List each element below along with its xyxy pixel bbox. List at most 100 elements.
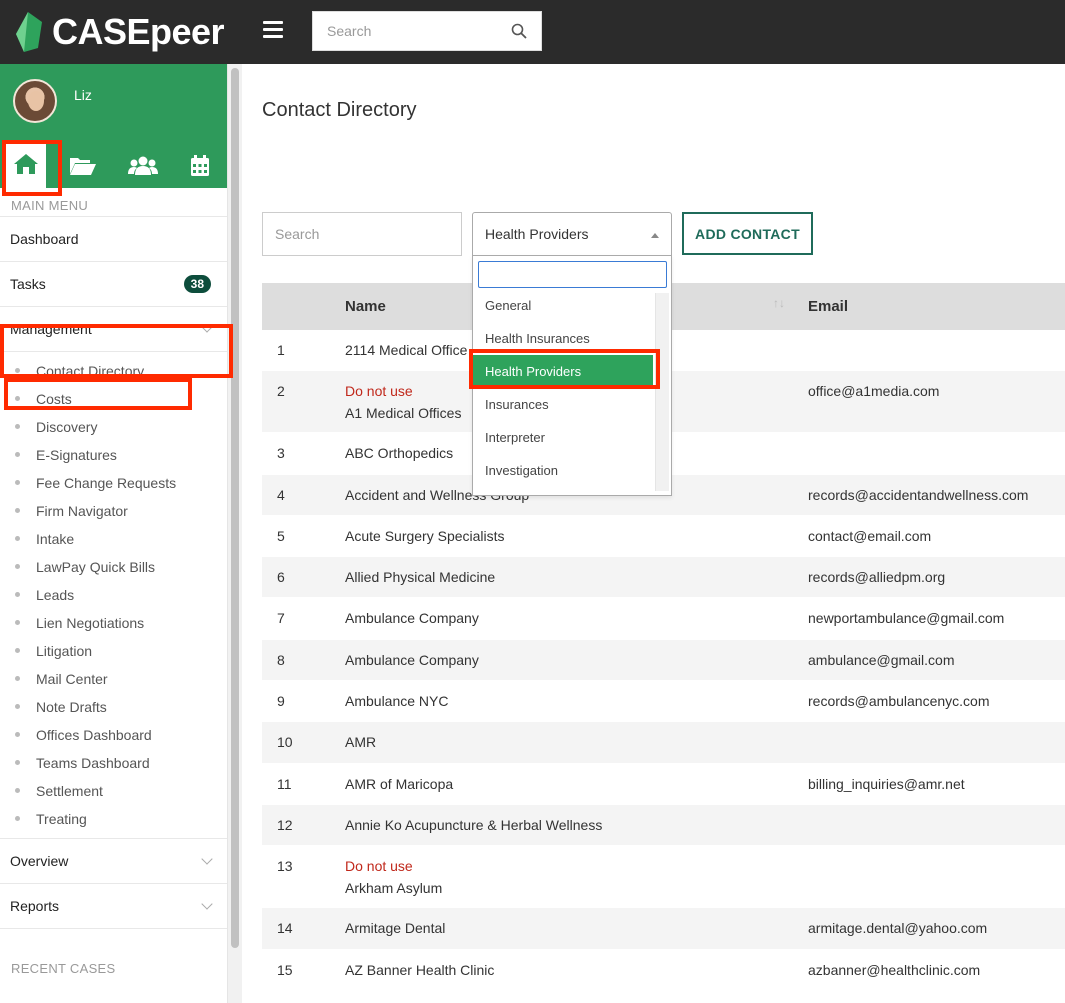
global-search-input[interactable] [313,12,493,50]
contacts-button[interactable] [123,148,163,184]
category-select[interactable]: Health Providers [472,212,672,256]
contact-name[interactable]: Ambulance Company [345,652,479,668]
table-row[interactable]: 13 Do not use Arkham Asylum [262,846,1065,909]
contact-email[interactable]: contact@email.com [808,528,931,544]
submenu-item[interactable]: Fee Change Requests [0,469,227,497]
contact-name[interactable]: 2114 Medical Office [345,342,467,358]
caret-up-icon [651,233,659,238]
add-contact-button[interactable]: ADD CONTACT [682,212,813,255]
contact-name[interactable]: Arkham Asylum [345,880,442,896]
submenu-item[interactable]: Intake [0,525,227,553]
submenu-item-label: Mail Center [36,671,108,687]
contact-email[interactable]: newportambulance@gmail.com [808,610,1004,626]
bullet-icon [15,788,20,793]
calendar-button[interactable] [180,148,220,184]
contact-email[interactable]: records@ambulancenyc.com [808,693,990,709]
submenu-item[interactable]: Firm Navigator [0,497,227,525]
submenu-item-label: Lien Negotiations [36,615,145,631]
bullet-icon [15,564,20,569]
submenu-item[interactable]: Leads [0,581,227,609]
contact-email[interactable]: armitage.dental@yahoo.com [808,920,987,936]
contact-name[interactable]: Ambulance NYC [345,693,449,709]
table-row[interactable]: 12 Annie Ko Acupuncture & Herbal Wellness [262,804,1065,847]
column-header-email[interactable]: Email [808,298,848,315]
row-number: 9 [277,693,285,710]
contact-name[interactable]: Allied Physical Medicine [345,569,495,585]
app-logo[interactable]: CASEpeer [14,8,225,56]
table-row[interactable]: 11 AMR of Maricopa billing_inquiries@amr.n… [262,764,1065,805]
contact-email[interactable]: ambulance@gmail.com [808,652,955,668]
contact-name[interactable]: Acute Surgery Specialists [345,528,505,544]
contact-name[interactable]: Armitage Dental [345,920,445,936]
dropdown-option[interactable]: Investigation [473,454,653,487]
menu-icon[interactable] [263,21,283,39]
submenu-item[interactable]: Note Drafts [0,693,227,721]
table-row[interactable]: 14 Armitage Dental armitage.dental@yahoo.c… [262,908,1065,950]
submenu-item[interactable]: Mail Center [0,665,227,693]
contact-name[interactable]: Annie Ko Acupuncture & Herbal Wellness [345,817,602,833]
table-row[interactable]: 6 Allied Physical Medicine records@alliedp… [262,557,1065,599]
contact-name[interactable]: AZ Banner Health Clinic [345,962,494,978]
submenu-item[interactable]: Costs [0,385,227,413]
cases-button[interactable] [63,148,103,184]
sidebar-item-overview[interactable]: Overview [0,839,227,884]
contact-email[interactable]: records@accidentandwellness.com [808,487,1028,503]
column-header-name[interactable]: Name [345,298,386,315]
contact-search-input[interactable] [262,212,462,256]
table-row[interactable]: 5 Acute Surgery Specialists contact@email.… [262,516,1065,558]
contact-name[interactable]: ABC Orthopedics [345,445,453,461]
sort-icon[interactable]: ↑↓ [773,296,785,310]
avatar[interactable] [13,79,57,123]
submenu-item[interactable]: LawPay Quick Bills [0,553,227,581]
dropdown-search-input[interactable] [478,261,667,288]
submenu-item[interactable]: Discovery [0,413,227,441]
submenu-item[interactable]: Teams Dashboard [0,749,227,777]
table-row[interactable]: 8 Ambulance Company ambulance@gmail.com [262,639,1065,682]
sidebar-item-dashboard[interactable]: Dashboard [0,217,227,262]
dropdown-option[interactable]: Health Providers [473,355,653,388]
home-button[interactable] [6,140,46,188]
table-row[interactable]: 7 Ambulance Company newportambulance@gmail… [262,598,1065,640]
submenu-item[interactable]: Settlement [0,777,227,805]
dropdown-option[interactable]: General [473,289,653,322]
contact-name[interactable]: AMR of Maricopa [345,776,453,792]
sidebar-item-reports[interactable]: Reports [0,884,227,929]
folder-open-icon [70,158,96,175]
logo-icon [16,12,42,52]
do-not-use-flag: Do not use [345,383,413,400]
submenu-item-label: Contact Directory [36,363,145,379]
dropdown-option[interactable]: Health Insurances [473,322,653,355]
contact-email[interactable]: office@a1media.com [808,383,939,399]
submenu-item[interactable]: Litigation [0,637,227,665]
contact-name[interactable]: A1 Medical Offices [345,405,461,421]
submenu-item[interactable]: Contact Directory [0,357,227,385]
contact-name[interactable]: Ambulance Company [345,610,479,626]
table-row[interactable]: 10 AMR [262,722,1065,764]
row-number: 3 [277,445,285,462]
search-icon[interactable] [511,23,527,39]
submenu-item[interactable]: E-Signatures [0,441,227,469]
submenu-item[interactable]: Treating [0,805,227,833]
sidebar-item-management[interactable]: Management [0,307,227,352]
submenu-item[interactable]: Offices Dashboard [0,721,227,749]
dropdown-option[interactable]: Insurances [473,388,653,421]
table-row[interactable]: 9 Ambulance NYC records@ambulancenyc.com [262,681,1065,723]
contact-email[interactable]: billing_inquiries@amr.net [808,776,965,792]
table-row[interactable]: 15 AZ Banner Health Clinic azbanner@health… [262,950,1065,991]
dropdown-option[interactable]: Interpreter [473,421,653,454]
dropdown-scrollbar[interactable] [655,293,669,491]
sidebar-scrollbar[interactable] [228,64,242,1003]
contact-name-cell: Ambulance NYC [345,690,449,712]
contact-name[interactable]: AMR [345,734,376,750]
contact-email[interactable]: azbanner@healthclinic.com [808,962,980,978]
sidebar-item-label: Management [10,321,92,337]
submenu-item[interactable]: Lien Negotiations [0,609,227,637]
submenu-item-label: Teams Dashboard [36,755,150,771]
do-not-use-flag: Do not use [345,858,413,875]
row-number: 2 [277,383,285,400]
bullet-icon [15,620,20,625]
contact-email[interactable]: records@alliedpm.org [808,569,945,585]
sidebar-scrollbar-thumb[interactable] [231,68,239,948]
submenu-item-label: Intake [36,531,75,547]
sidebar-item-tasks[interactable]: Tasks 38 [0,262,227,307]
